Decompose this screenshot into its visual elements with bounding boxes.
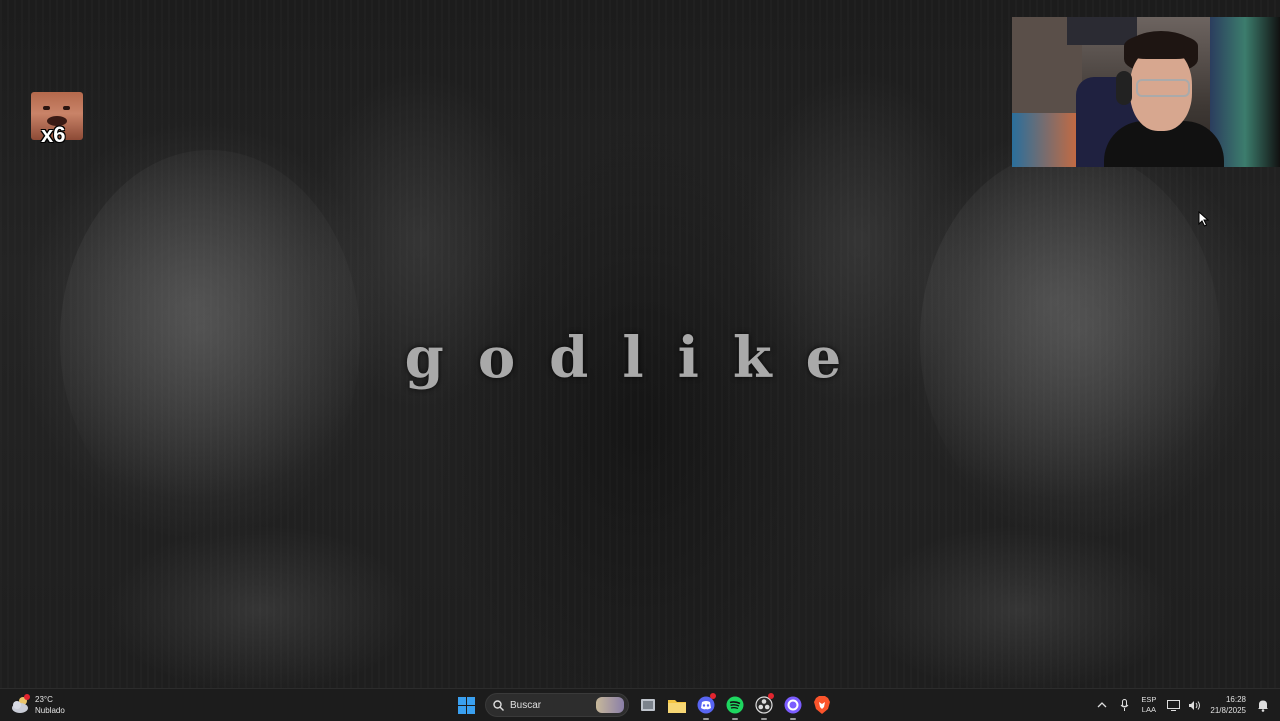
notification-bell-icon[interactable]	[1254, 696, 1272, 714]
search-placeholder: Buscar	[510, 699, 542, 711]
weather-alert-badge	[24, 694, 30, 700]
ring-app-icon[interactable]	[781, 693, 805, 720]
microphone-icon[interactable]	[1115, 696, 1133, 714]
taskbar-center: Buscar	[452, 689, 836, 721]
spotify-icon[interactable]	[723, 693, 747, 720]
taskbar: 23°C Nublado Buscar ESP LAA 16:28 21/8/2…	[0, 688, 1280, 721]
wallpaper-title: godlike	[404, 325, 876, 391]
weather-temperature: 23°C	[35, 695, 53, 704]
weather-condition: Nublado	[35, 706, 65, 715]
taskbar-clock[interactable]: 16:28 21/8/2025	[1210, 694, 1246, 716]
language-indicator[interactable]: ESP LAA	[1141, 695, 1156, 715]
discord-icon[interactable]	[694, 693, 718, 720]
brave-icon[interactable]	[810, 693, 834, 717]
task-view-icon[interactable]	[636, 693, 660, 717]
system-tray: ESP LAA 16:28 21/8/2025	[1091, 689, 1280, 721]
taskbar-search-box[interactable]: Buscar	[485, 693, 629, 717]
search-highlight-image	[596, 697, 624, 713]
clock-time: 16:28	[1225, 695, 1246, 704]
chevron-up-icon[interactable]	[1093, 696, 1111, 714]
emote-count: x6	[41, 122, 66, 147]
speaker-icon[interactable]	[1186, 696, 1204, 714]
keyboard-layout: LAA	[1141, 705, 1156, 714]
search-icon	[493, 699, 504, 711]
network-icon[interactable]	[1164, 696, 1182, 714]
webcam-overlay	[1012, 17, 1280, 167]
windows-start-icon[interactable]	[455, 693, 479, 717]
emote-counter-overlay: x6	[31, 92, 83, 147]
weather-widget[interactable]: 23°C Nublado	[10, 693, 65, 717]
clock-date: 21/8/2025	[1210, 706, 1246, 715]
folder-icon[interactable]	[665, 693, 689, 717]
mouse-cursor-icon	[1198, 211, 1210, 227]
obs-icon[interactable]	[752, 693, 776, 720]
discord-notification-badge	[709, 693, 716, 699]
language-code: ESP	[1141, 695, 1157, 704]
obs-recording-badge	[767, 693, 774, 699]
cloud-moon-icon	[10, 694, 32, 716]
